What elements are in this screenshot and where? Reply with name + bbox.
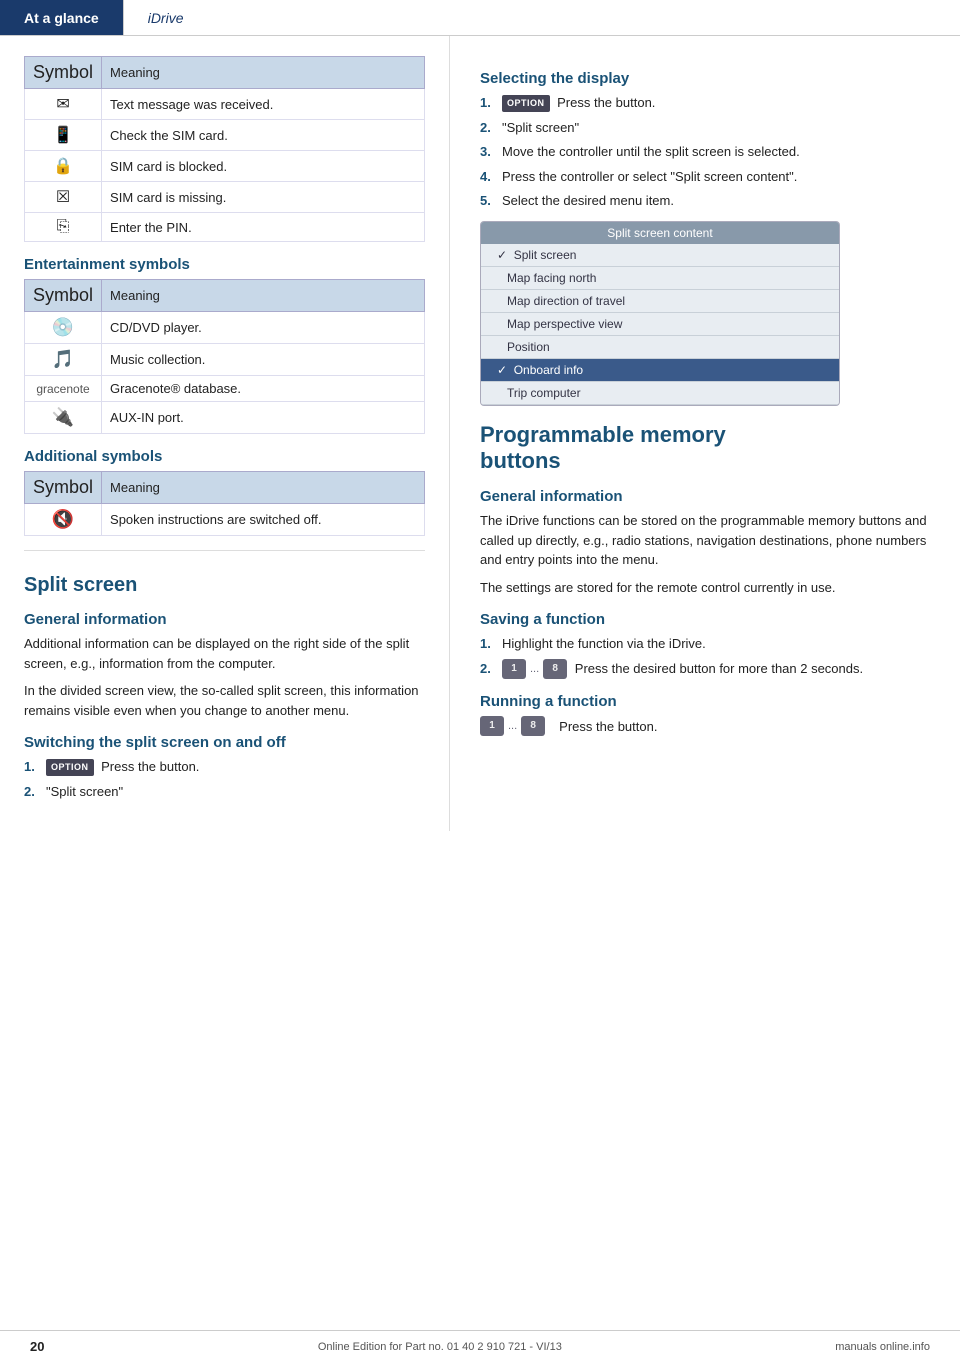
section-divider (24, 550, 425, 551)
table-row: 🔌 AUX-IN port. (25, 402, 425, 434)
prog-general-info-text2: The settings are stored for the remote c… (480, 578, 936, 598)
list-item: 2. "Split screen" (480, 118, 936, 138)
footer-domain: manuals online.info (835, 1341, 930, 1353)
prog-general-info-heading: General information (480, 488, 936, 505)
list-item: 2. 1 ... 8 Press the desired button for … (480, 659, 936, 680)
option-button-icon: OPTION (502, 95, 550, 113)
selecting-display-heading: Selecting the display (480, 70, 936, 87)
additional-symbols-table: Symbol Meaning 🔇 Spoken instructions are… (24, 471, 425, 536)
page-number: 20 (30, 1339, 44, 1354)
split-screen-general-info-text1: Additional information can be displayed … (24, 634, 425, 673)
tab-at-a-glance[interactable]: At a glance (0, 0, 123, 35)
screenshot-item: ✓ Split screen (481, 244, 839, 267)
list-item: 2. "Split screen" (24, 782, 425, 802)
list-item: 3. Move the controller until the split s… (480, 142, 936, 162)
list-item: 1. OPTION Press the button. (480, 93, 936, 113)
list-item: 5. Select the desired menu item. (480, 191, 936, 211)
running-function-content: 1 ... 8 Press the button. (480, 716, 936, 736)
screenshot-item: Map perspective view (481, 313, 839, 336)
additional-symbols-heading: Additional symbols (24, 448, 425, 465)
selecting-steps-list: 1. OPTION Press the button. 2. "Split sc… (480, 93, 936, 211)
saving-function-heading: Saving a function (480, 611, 936, 628)
table-row: ☒ SIM card is missing. (25, 182, 425, 213)
screenshot-title: Split screen content (481, 222, 839, 244)
symbols-table: Symbol Meaning ✉ Text message was receiv… (24, 56, 425, 242)
add-meaning-header: Meaning (102, 472, 425, 504)
main-content: Symbol Meaning ✉ Text message was receiv… (0, 36, 960, 831)
table-row: ✉ Text message was received. (25, 89, 425, 120)
sym-col-header: Symbol (25, 57, 102, 89)
split-screen-general-info-text2: In the divided screen view, the so-calle… (24, 681, 425, 720)
tab-idrive[interactable]: iDrive (123, 0, 208, 35)
ent-sym-header: Symbol (25, 280, 102, 312)
table-row: 🔇 Spoken instructions are switched off. (25, 504, 425, 536)
saving-steps-list: 1. Highlight the function via the iDrive… (480, 634, 936, 679)
memory-button-image-run: 1 ... 8 (480, 716, 545, 736)
memory-button-image: 1 ... 8 (502, 659, 567, 679)
left-column: Symbol Meaning ✉ Text message was receiv… (0, 36, 450, 831)
screenshot-body: ✓ Split screen Map facing north Map dire… (481, 244, 839, 405)
list-item: 4. Press the controller or select "Split… (480, 167, 936, 187)
prog-general-info-text1: The iDrive functions can be stored on th… (480, 511, 936, 570)
split-screen-screenshot: Split screen content ✓ Split screen Map … (480, 221, 840, 406)
screenshot-item: Map facing north (481, 267, 839, 290)
ent-meaning-header: Meaning (102, 280, 425, 312)
screenshot-item-onboard-info: ✓ Onboard info (481, 359, 839, 382)
right-column: Selecting the display 1. OPTION Press th… (450, 36, 960, 831)
switching-steps-list: 1. OPTION Press the button. 2. "Split sc… (24, 757, 425, 801)
programmable-memory-heading: Programmable memorybuttons (480, 422, 936, 475)
table-row: 🔒 SIM card is blocked. (25, 151, 425, 182)
screenshot-item: Position (481, 336, 839, 359)
table-row: 💿 CD/DVD player. (25, 312, 425, 344)
list-item: 1. Highlight the function via the iDrive… (480, 634, 936, 654)
screenshot-item: Map direction of travel (481, 290, 839, 313)
running-function-text: Press the button. (559, 719, 657, 734)
table-row: 📱 Check the SIM card. (25, 120, 425, 151)
entertainment-symbols-heading: Entertainment symbols (24, 256, 425, 273)
add-sym-header: Symbol (25, 472, 102, 504)
table-row: 🎵 Music collection. (25, 344, 425, 376)
switching-heading: Switching the split screen on and off (24, 734, 425, 751)
page-footer: 20 Online Edition for Part no. 01 40 2 9… (0, 1330, 960, 1362)
screenshot-item: Trip computer (481, 382, 839, 405)
list-item: 1. OPTION Press the button. (24, 757, 425, 777)
option-button-icon: OPTION (46, 759, 94, 777)
split-screen-heading: Split screen (24, 573, 425, 597)
split-screen-general-info-heading: General information (24, 611, 425, 628)
meaning-col-header: Meaning (102, 57, 425, 89)
page-header: At a glance iDrive (0, 0, 960, 36)
entertainment-symbols-table: Symbol Meaning 💿 CD/DVD player. 🎵 Music … (24, 279, 425, 434)
footer-copyright: Online Edition for Part no. 01 40 2 910 … (318, 1341, 562, 1353)
running-function-heading: Running a function (480, 693, 936, 710)
table-row: ⎘ Enter the PIN. (25, 213, 425, 242)
table-row: gracenote Gracenote® database. (25, 376, 425, 402)
